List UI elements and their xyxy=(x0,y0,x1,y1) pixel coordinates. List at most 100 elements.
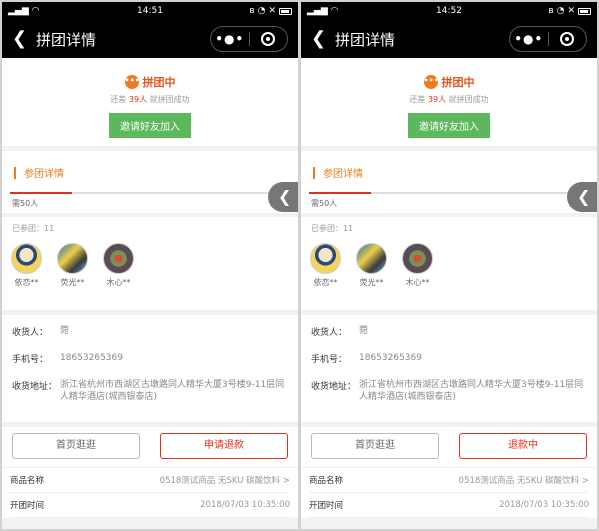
group-progress-bar xyxy=(309,192,589,194)
back-arrow-icon[interactable]: ❮ xyxy=(311,30,331,48)
product-row[interactable]: 商品名称 0518测试商品 无SKU 碳酸饮料 > xyxy=(10,468,290,493)
action-bar: 首页逛逛 申请退款 xyxy=(2,427,298,467)
need-more-text: 还差 39人 就拼团成功 xyxy=(110,95,190,104)
nav-bar: ❮ 拼团详情 •●• xyxy=(2,20,298,58)
group-status-card: ••• 拼团中 还差 39人 就拼团成功 邀请好友加入 xyxy=(2,58,298,146)
avatar xyxy=(402,243,433,274)
group-progress-fill xyxy=(10,192,72,194)
phone-screen-right: ▂▄▆ ◠ 14:52 ʙ ◔ ✕ ❮ 拼团详情 •●• ••• 拼团中 还差 … xyxy=(301,2,597,529)
need-count: 39人 xyxy=(427,95,447,104)
group-detail-card: 参团详情 需50人 还需 已参团：11 依恋** 荧光** xyxy=(2,151,298,310)
action-bar: 首页逛逛 退款中 xyxy=(301,427,597,467)
group-status-label: 拼团中 xyxy=(142,76,176,89)
avatar xyxy=(356,243,387,274)
member-item: 荧光** xyxy=(56,243,89,288)
address-value: 浙江省杭州市西湖区古墩路同人精华大厦3号楼9-11层同人精华酒店(城西银泰店) xyxy=(359,380,584,402)
member-name: 依恋** xyxy=(14,278,39,287)
member-name: 荧光** xyxy=(359,278,384,287)
open-time: 2018/07/03 10:35:00 xyxy=(499,500,589,510)
group-status-card: ••• 拼团中 还差 39人 就拼团成功 邀请好友加入 xyxy=(301,58,597,146)
member-item: 荧光** xyxy=(355,243,388,288)
group-detail-card: 参团详情 需50人 还需 已参团：11 依恋** 荧光** xyxy=(301,151,597,310)
nav-bar: ❮ 拼团详情 •●• xyxy=(301,20,597,58)
member-name: 木心** xyxy=(405,278,430,287)
member-item: 依恋** xyxy=(10,243,43,288)
member-avatars: 依恋** 荧光** 木心** xyxy=(309,243,434,288)
joined-count: 已参团：11 xyxy=(311,224,354,233)
need-total-row: 需50人 还需 xyxy=(12,198,298,209)
group-status-icon: ••• xyxy=(423,75,439,89)
receiver-name: 菀 xyxy=(60,326,70,336)
avatar xyxy=(103,243,134,274)
battery-icon xyxy=(578,7,591,15)
status-bar: ▂▄▆ ◠ 14:52 ʙ ◔ ✕ xyxy=(301,2,597,20)
group-progress-bar xyxy=(10,192,290,194)
avatar xyxy=(310,243,341,274)
member-name: 荧光** xyxy=(60,278,85,287)
back-arrow-icon[interactable]: ❮ xyxy=(12,30,32,48)
group-status-icon: ••• xyxy=(124,75,140,89)
tab-group-detail[interactable]: 参团详情 xyxy=(301,151,597,180)
side-handle-chevron-icon[interactable]: ❮ xyxy=(567,182,597,212)
member-name: 依恋** xyxy=(313,278,338,287)
mini-program-capsule: •●• xyxy=(509,26,587,52)
joined-count: 已参团：11 xyxy=(12,224,55,233)
group-status: ••• 拼团中 xyxy=(124,74,176,90)
phone-number: 18653265369 xyxy=(60,353,123,363)
open-time-row: 开团时间 2018/07/03 10:35:00 xyxy=(309,493,589,518)
member-name: 木心** xyxy=(106,278,131,287)
invite-friends-button[interactable]: 邀请好友加入 xyxy=(109,113,191,138)
invite-friends-button[interactable]: 邀请好友加入 xyxy=(408,113,490,138)
page-title: 拼团详情 xyxy=(36,30,97,49)
member-item: 依恋** xyxy=(309,243,342,288)
more-dots-icon[interactable]: •●• xyxy=(211,32,249,46)
tab-group-detail[interactable]: 参团详情 xyxy=(2,151,298,180)
address-card: 收货人： 菀 手机号： 18653265369 收货地址： 浙江省杭州市西湖区古… xyxy=(2,315,298,422)
more-dots-icon[interactable]: •●• xyxy=(510,32,548,46)
receiver-name: 菀 xyxy=(359,326,369,336)
need-more-text: 还差 39人 就拼团成功 xyxy=(409,95,489,104)
open-time-row: 开团时间 2018/07/03 10:35:00 xyxy=(10,493,290,518)
need-total-row: 需50人 还需 xyxy=(311,198,597,209)
home-browse-button[interactable]: 首页逛逛 xyxy=(12,433,140,459)
member-item: 木心** xyxy=(102,243,135,288)
need-total: 需50人 xyxy=(12,199,39,208)
phone-row: 手机号： 18653265369 xyxy=(311,353,422,365)
phone-number: 18653265369 xyxy=(359,353,422,363)
address-value: 浙江省杭州市西湖区古墩路同人精华大厦3号楼9-11层同人精华酒店(城西银泰店) xyxy=(60,380,285,402)
screenshot-stage: ▂▄▆ ◠ 14:51 ʙ ◔ ✕ ❮ 拼团详情 •●• ••• 拼团中 还差 … xyxy=(0,0,599,531)
status-time: 14:51 xyxy=(137,6,163,16)
capsule-close-icon[interactable] xyxy=(549,32,587,46)
avatar xyxy=(57,243,88,274)
order-info-card: 商品名称 0518测试商品 无SKU 碳酸饮料 > 开团时间 2018/07/0… xyxy=(301,468,597,518)
phone-row: 手机号： 18653265369 xyxy=(12,353,123,365)
mini-program-capsule: •●• xyxy=(210,26,288,52)
group-progress-fill xyxy=(309,192,371,194)
member-avatars: 依恋** 荧光** 木心** xyxy=(10,243,135,288)
need-count: 39人 xyxy=(128,95,148,104)
group-status: ••• 拼团中 xyxy=(423,74,475,90)
receiver-row: 收货人： 菀 xyxy=(311,326,369,338)
capsule-close-icon[interactable] xyxy=(250,32,288,46)
receiver-row: 收货人： 菀 xyxy=(12,326,70,338)
apply-refund-button[interactable]: 申请退款 xyxy=(160,433,288,459)
home-browse-button[interactable]: 首页逛逛 xyxy=(311,433,439,459)
need-total: 需50人 xyxy=(311,199,338,208)
address-row: 收货地址： 浙江省杭州市西湖区古墩路同人精华大厦3号楼9-11层同人精华酒店(城… xyxy=(12,379,288,403)
status-bar: ▂▄▆ ◠ 14:51 ʙ ◔ ✕ xyxy=(2,2,298,20)
page-title: 拼团详情 xyxy=(335,30,396,49)
status-time: 14:52 xyxy=(436,6,462,16)
open-time: 2018/07/03 10:35:00 xyxy=(200,500,290,510)
product-name: 0518测试商品 无SKU 碳酸饮料 > xyxy=(458,476,589,486)
product-name: 0518测试商品 无SKU 碳酸饮料 > xyxy=(159,476,290,486)
address-card: 收货人： 菀 手机号： 18653265369 收货地址： 浙江省杭州市西湖区古… xyxy=(301,315,597,422)
side-handle-chevron-icon[interactable]: ❮ xyxy=(268,182,298,212)
avatar xyxy=(11,243,42,274)
order-info-card: 商品名称 0518测试商品 无SKU 碳酸饮料 > 开团时间 2018/07/0… xyxy=(2,468,298,518)
group-status-label: 拼团中 xyxy=(441,76,475,89)
phone-screen-left: ▂▄▆ ◠ 14:51 ʙ ◔ ✕ ❮ 拼团详情 •●• ••• 拼团中 还差 … xyxy=(2,2,298,529)
product-row[interactable]: 商品名称 0518测试商品 无SKU 碳酸饮料 > xyxy=(309,468,589,493)
member-item: 木心** xyxy=(401,243,434,288)
battery-icon xyxy=(279,7,292,15)
refunding-button[interactable]: 退款中 xyxy=(459,433,587,459)
